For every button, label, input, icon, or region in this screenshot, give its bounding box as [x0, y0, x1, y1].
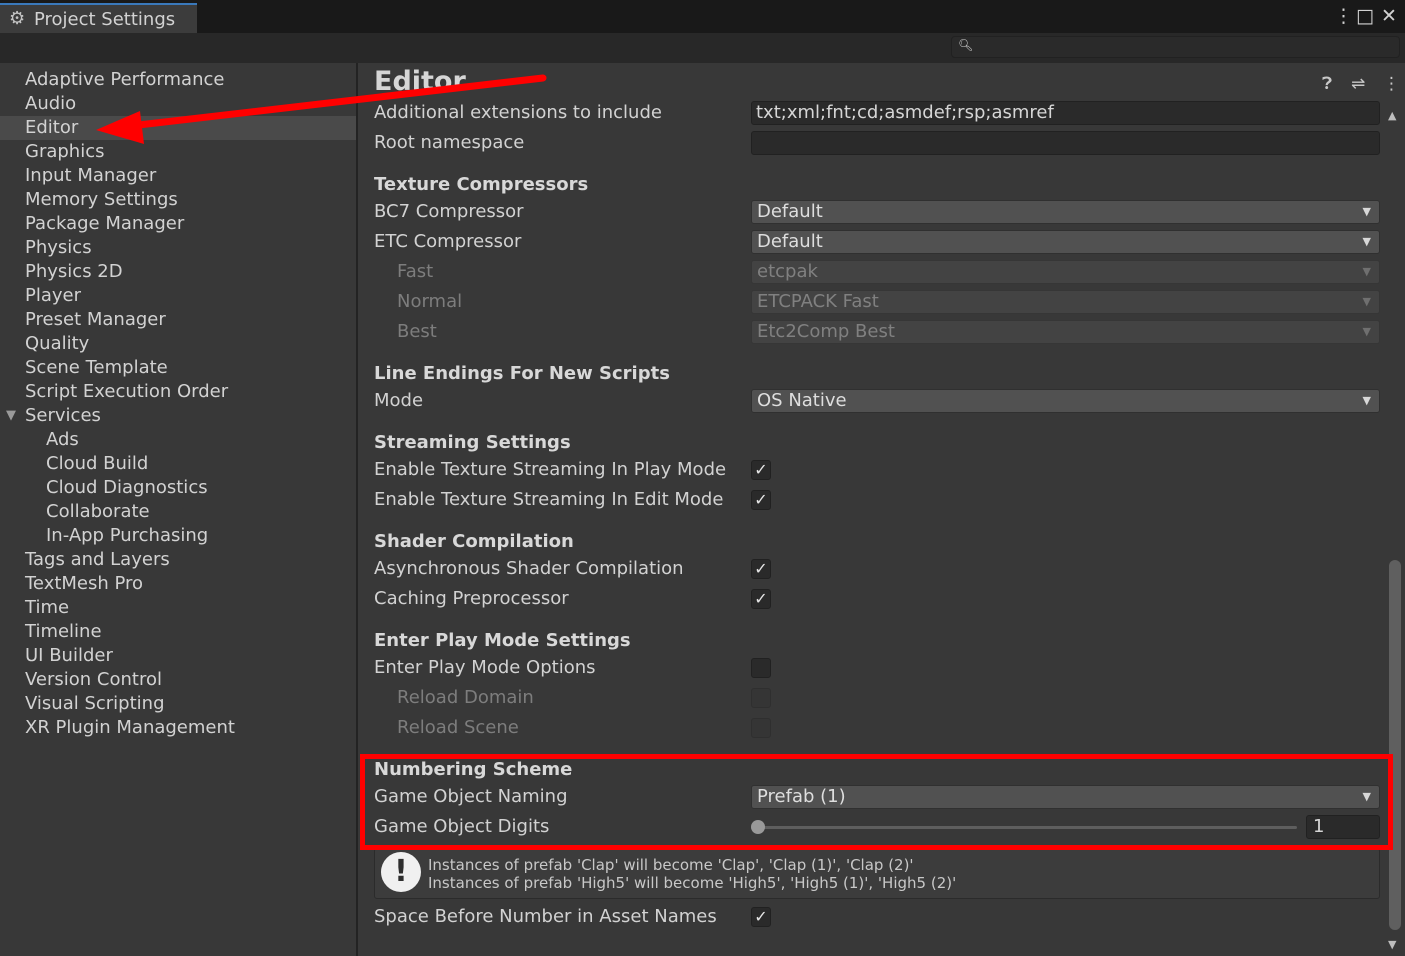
annotation-arrow: [96, 74, 547, 144]
